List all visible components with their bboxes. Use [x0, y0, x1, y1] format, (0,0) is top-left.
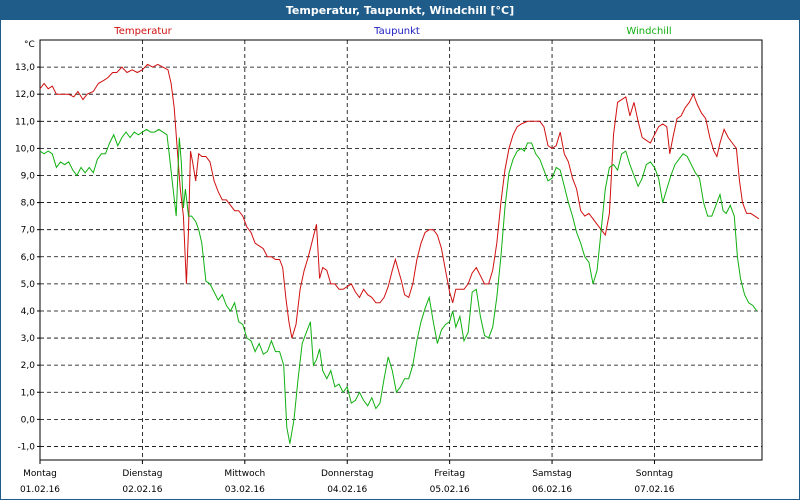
x-tick-date-label: 05.02.16	[430, 485, 470, 495]
x-tick-date-label: 04.02.16	[327, 485, 367, 495]
legend-entry: Windchill	[626, 26, 671, 37]
legend-entry: Taupunkt	[373, 26, 420, 37]
legend-entry: Temperatur	[113, 26, 172, 37]
y-tick-label: 4,0	[21, 307, 36, 317]
x-tick-day-label: Samstag	[532, 469, 571, 479]
x-tick-date-label: 02.02.16	[122, 485, 162, 495]
y-tick-label: 8,0	[21, 199, 36, 209]
y-tick-label: 5,0	[21, 280, 36, 290]
y-tick-label: 10,0	[15, 144, 35, 154]
x-tick-day-label: Mittwoch	[224, 469, 265, 479]
y-axis-ticks: °C 13,0 12,0 11,0 10,0 9,0 8,0 7,0 6,0 5,0 4,0 3,0 2…	[15, 40, 40, 452]
y-tick-label: 7,0	[21, 226, 36, 236]
chart-svg: °C 13,0 12,0 11,0 10,0 9,0 8,0 7,0 6,0 5,0 4,0 3,0 2…	[15, 26, 763, 495]
x-tick-day-label: Donnerstag	[321, 469, 374, 479]
x-tick-date-label: 06.02.16	[532, 485, 572, 495]
y-tick-label: 6,0	[21, 253, 36, 263]
y-tick-label: 0,0	[21, 415, 36, 425]
y-tick-label: 12,0	[15, 90, 35, 100]
x-tick-date-label: 03.02.16	[225, 485, 265, 495]
x-tick-date-label: 07.02.16	[634, 485, 674, 495]
y-tick-label: 9,0	[21, 171, 36, 181]
y-tick-label: 11,0	[15, 117, 35, 127]
y-unit-label: °C	[24, 40, 35, 50]
legend: Temperatur Taupunkt Windchill	[113, 26, 671, 37]
y-tick-label: 1,0	[21, 388, 36, 398]
y-tick-label: 13,0	[15, 63, 35, 73]
x-tick-day-label: Freitag	[434, 469, 465, 479]
y-tick-label: 2,0	[21, 361, 36, 371]
x-tick-date-label: 01.02.16	[20, 485, 60, 495]
y-tick-label: 3,0	[21, 334, 36, 344]
x-tick-day-label: Montag	[23, 469, 57, 479]
x-axis-ticks: Montag 01.02.16 Dienstag 02.02.16 Mittwoch 03…	[20, 460, 675, 495]
y-tick-label: -1,0	[17, 442, 35, 452]
x-tick-day-label: Dienstag	[122, 469, 162, 479]
x-tick-day-label: Sonntag	[636, 469, 673, 479]
plot-area	[39, 39, 763, 461]
